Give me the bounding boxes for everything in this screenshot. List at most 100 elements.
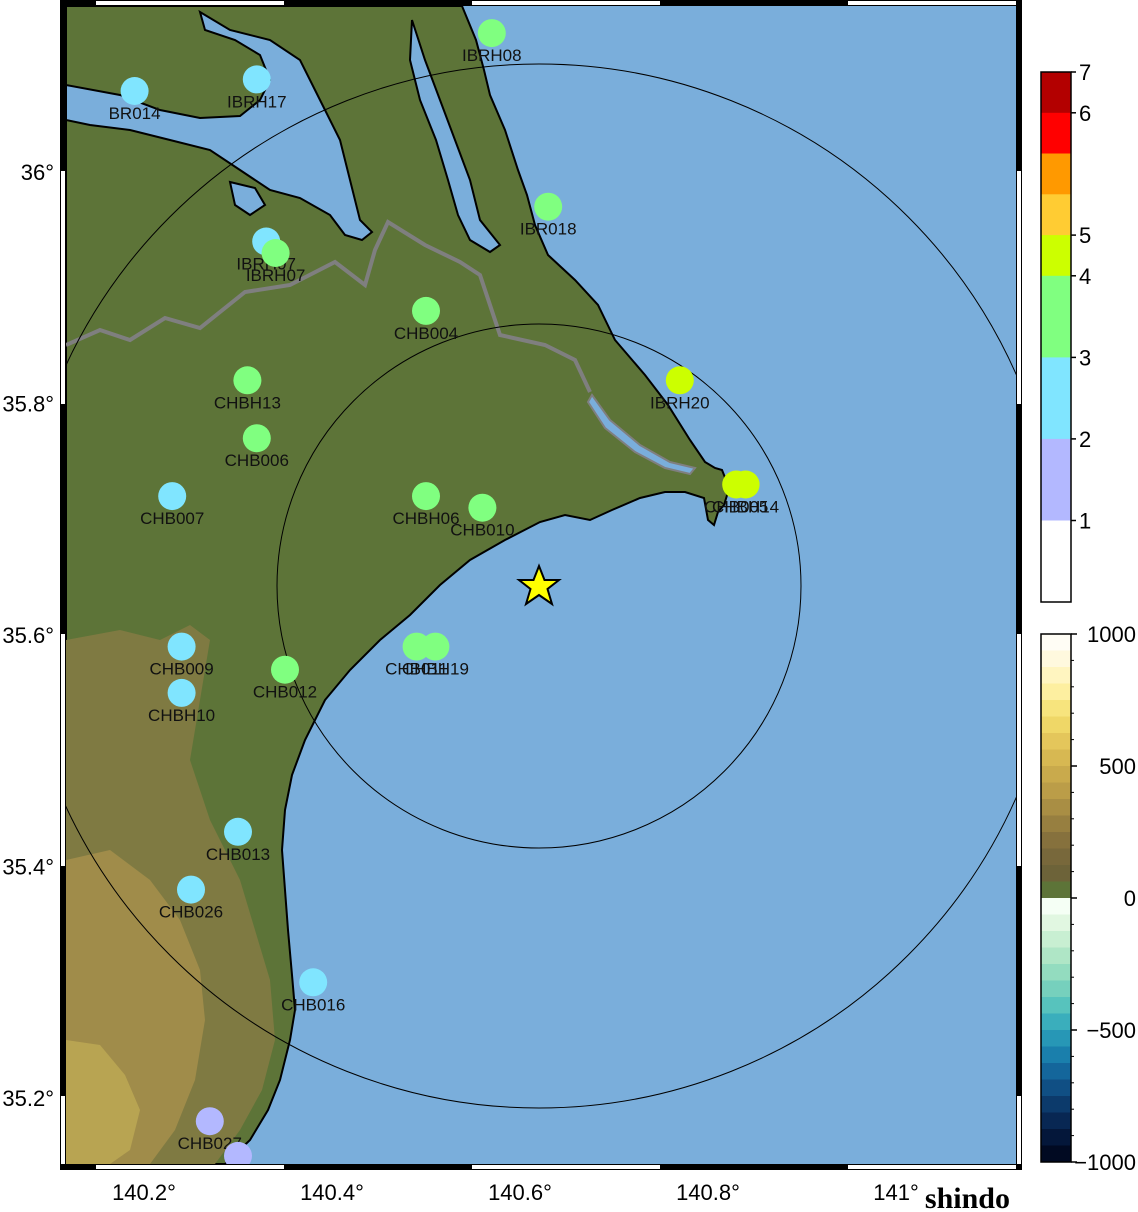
elevation-swatch xyxy=(1041,947,1071,965)
shindo-swatch xyxy=(1041,520,1071,562)
shindo-swatch xyxy=(1041,479,1071,521)
elevation-swatch xyxy=(1041,1079,1071,1097)
station-label: CHBH19 xyxy=(402,660,469,679)
elevation-swatch xyxy=(1041,782,1071,800)
elevation-swatch xyxy=(1041,848,1071,866)
elevation-tick-label: −500 xyxy=(1086,1018,1136,1043)
elevation-swatch xyxy=(1041,881,1071,899)
elevation-tick-label: 1000 xyxy=(1087,622,1136,647)
shindo-swatch xyxy=(1041,316,1071,358)
station-label: CHB004 xyxy=(394,324,458,343)
station-label: IBRH17 xyxy=(227,92,287,111)
elevation-tick-label: 0 xyxy=(1124,886,1136,911)
lon-axis: 140.2° 140.4° 140.6° 140.8° 141° xyxy=(112,1180,919,1205)
lat-tick-label: 35.4° xyxy=(2,855,54,880)
station-marker xyxy=(177,875,205,904)
elevation-swatch xyxy=(1041,749,1071,767)
station-label: CHB012 xyxy=(253,683,317,702)
elevation-tick-label: 500 xyxy=(1099,754,1136,779)
lon-tick-label: 141° xyxy=(873,1180,919,1205)
station-marker xyxy=(195,1107,224,1136)
elevation-swatch xyxy=(1041,650,1071,668)
station-label: IBR018 xyxy=(520,220,577,239)
lat-tick-label: 35.2° xyxy=(2,1086,54,1111)
elevation-swatch xyxy=(1041,865,1071,882)
shindo-tick-label: 2 xyxy=(1079,427,1091,452)
elevation-tick-label: −1000 xyxy=(1074,1150,1136,1175)
station-label: CHBH13 xyxy=(214,393,281,412)
station-label: CHB026 xyxy=(159,903,223,922)
elevation-swatch xyxy=(1041,1096,1071,1113)
shindo-tick-label: 4 xyxy=(1079,264,1091,289)
shindo-swatch xyxy=(1041,275,1071,318)
elevation-swatch xyxy=(1041,1030,1071,1047)
elevation-swatch xyxy=(1041,700,1071,717)
elevation-swatch xyxy=(1041,997,1071,1014)
elevation-swatch xyxy=(1041,1112,1071,1130)
lon-tick-label: 140.4° xyxy=(300,1180,364,1205)
station-marker xyxy=(158,482,187,511)
shindo-swatch xyxy=(1041,112,1071,155)
elevation-swatch xyxy=(1041,1063,1071,1080)
elevation-swatch xyxy=(1041,1013,1071,1031)
shindo-tick-label: 3 xyxy=(1079,345,1091,370)
station-marker xyxy=(233,366,262,395)
station-label: CHB007 xyxy=(140,509,204,528)
station-label: IBRH20 xyxy=(650,393,710,412)
elevation-swatch xyxy=(1041,1145,1071,1163)
shindo-swatch xyxy=(1041,194,1071,236)
elevation-swatch xyxy=(1041,733,1071,750)
station-marker xyxy=(534,192,563,221)
elevation-swatch xyxy=(1041,980,1071,998)
station-label: CHB010 xyxy=(450,521,514,540)
station-marker xyxy=(242,424,271,453)
shindo-tick-label: 7 xyxy=(1079,60,1091,85)
station-label: CHB016 xyxy=(281,995,345,1014)
shindo-tick-label: 1 xyxy=(1079,509,1091,534)
station-label: BR014 xyxy=(109,104,161,123)
lat-tick-label: 35.6° xyxy=(2,623,54,648)
elevation-colorbar: 1000 500 0 −500 −1000 xyxy=(1040,622,1136,1175)
station-marker xyxy=(477,19,506,48)
elevation-swatch xyxy=(1041,1129,1071,1146)
shindo-swatch xyxy=(1041,235,1071,277)
station-marker xyxy=(731,470,760,499)
shindo-map-figure: BR014IBRH17IBRH08IBR018IBRH07IBRH07CHB00… xyxy=(2,0,1136,1212)
elevation-swatch xyxy=(1041,964,1071,981)
station-marker xyxy=(271,655,299,684)
shindo-tick-label: 6 xyxy=(1079,101,1091,126)
elevation-swatch xyxy=(1041,1046,1071,1064)
station-marker xyxy=(421,632,450,661)
station-marker xyxy=(261,239,290,267)
lat-axis: 36° 35.8° 35.6° 35.4° 35.2° xyxy=(2,160,54,1111)
station-label: CHBH14 xyxy=(712,498,779,517)
elevation-swatch xyxy=(1041,766,1071,783)
station-label: CHB013 xyxy=(206,845,270,864)
station-marker xyxy=(224,817,252,846)
lon-tick-label: 140.8° xyxy=(676,1180,740,1205)
elevation-swatch xyxy=(1041,832,1071,849)
shindo-swatch xyxy=(1041,153,1071,195)
station-marker xyxy=(120,77,149,105)
lat-tick-label: 36° xyxy=(21,160,54,185)
station-marker xyxy=(299,968,328,997)
shindo-swatch xyxy=(1041,561,1071,603)
elevation-swatch xyxy=(1041,667,1071,684)
map-panel: BR014IBRH17IBRH08IBR018IBRH07IBRH07CHB00… xyxy=(66,6,1016,1188)
elevation-swatch xyxy=(1041,815,1071,833)
station-marker xyxy=(412,296,440,325)
elevation-swatch xyxy=(1041,898,1071,915)
shindo-swatch xyxy=(1041,72,1071,114)
station-marker xyxy=(167,632,196,661)
station-label: CHB006 xyxy=(225,451,289,470)
shindo-swatch xyxy=(1041,357,1071,399)
shindo-colorbar: 7 6 5 4 3 2 1 xyxy=(1040,60,1091,603)
elevation-swatch xyxy=(1041,716,1071,734)
shindo-swatch xyxy=(1041,438,1071,481)
shindo-tick-label: 5 xyxy=(1079,223,1091,248)
station-label: CHB028 xyxy=(206,1169,270,1188)
footer-label: shindo xyxy=(925,1182,1010,1212)
station-marker xyxy=(468,493,497,522)
station-marker xyxy=(665,366,694,395)
shindo-swatch xyxy=(1041,398,1071,440)
